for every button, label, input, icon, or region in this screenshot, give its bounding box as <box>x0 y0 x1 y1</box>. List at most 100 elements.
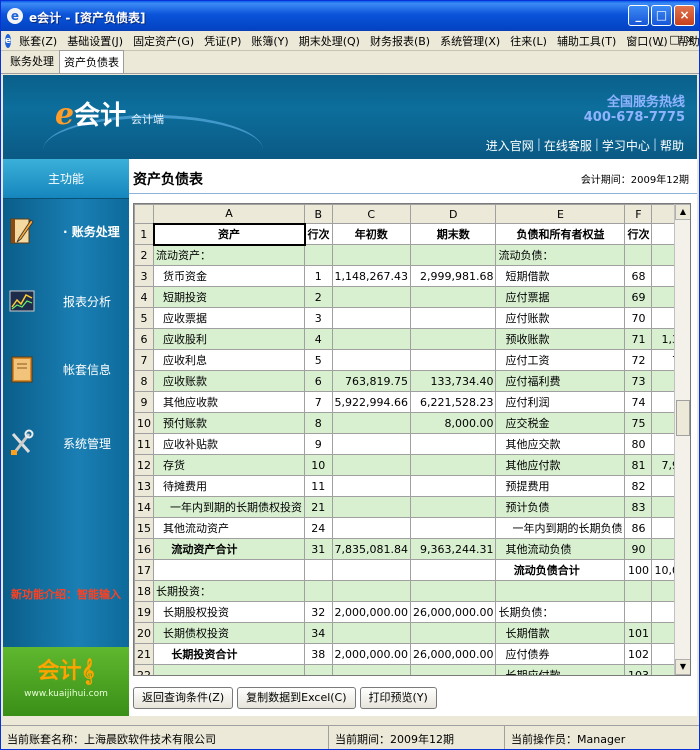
grid-cell-a[interactable]: 待摊费用 <box>153 475 305 497</box>
grid-cell-b[interactable]: 24 <box>304 517 333 539</box>
row-number[interactable]: 3 <box>134 265 154 287</box>
grid-cell-d[interactable] <box>409 559 497 581</box>
grid-cell-a[interactable]: 短期投资 <box>153 286 305 308</box>
grid-cell-d[interactable]: 2,999,981.68 <box>409 265 497 287</box>
row-number[interactable]: 4 <box>134 286 154 308</box>
grid-cell-b[interactable] <box>304 244 333 266</box>
grid-cell-a[interactable]: 流动资产合计 <box>153 538 305 560</box>
copy-to-excel-button[interactable]: 复制数据到Excel(C) <box>237 687 356 709</box>
mdi-close-button[interactable]: × <box>686 33 695 46</box>
grid-cell-c[interactable]: 1,148,267.43 <box>331 265 411 287</box>
grid-cell-f[interactable] <box>624 601 653 623</box>
grid-cell-f[interactable]: 行次 <box>624 223 653 245</box>
grid-cell-e[interactable]: 其他应交款 <box>495 433 626 455</box>
grid-cell-c[interactable] <box>331 433 411 455</box>
grid-cell-f[interactable]: 82 <box>624 475 653 497</box>
menu-period-end[interactable]: 期末处理(Q) <box>294 33 365 49</box>
grid-cell-a[interactable]: 长期投资： <box>153 580 305 602</box>
grid-cell-c[interactable] <box>331 244 411 266</box>
grid-cell-f[interactable]: 100 <box>624 559 653 581</box>
grid-cell-d[interactable] <box>409 307 497 329</box>
grid-cell-f[interactable] <box>624 580 653 602</box>
grid-cell-d[interactable] <box>409 454 497 476</box>
maximize-button[interactable]: □ <box>651 5 672 26</box>
row-number[interactable]: 5 <box>134 307 154 329</box>
grid-cell-f[interactable]: 72 <box>624 349 653 371</box>
grid-cell-f[interactable]: 90 <box>624 538 653 560</box>
menu-tools[interactable]: 辅助工具(T) <box>552 33 621 49</box>
grid-cell-a[interactable]: 应收补贴款 <box>153 433 305 455</box>
grid-cell-e[interactable]: 应付工资 <box>495 349 626 371</box>
grid-cell-d[interactable] <box>409 286 497 308</box>
grid-cell-d[interactable] <box>409 622 497 644</box>
grid-cell-c[interactable]: 763,819.75 <box>331 370 411 392</box>
grid-cell-c[interactable]: 2,000,000.00 <box>331 643 411 665</box>
grid-cell-f[interactable] <box>624 244 653 266</box>
grid-cell-c[interactable] <box>331 475 411 497</box>
link-official-site[interactable]: 进入官网 <box>483 137 537 154</box>
row-number[interactable]: 17 <box>134 559 154 581</box>
grid-cell-a[interactable]: 应收账款 <box>153 370 305 392</box>
column-header[interactable]: F <box>624 204 653 224</box>
link-help[interactable]: 帮助 <box>657 137 687 154</box>
minimize-button[interactable]: _ <box>628 5 649 26</box>
grid-cell-e[interactable]: 应付利润 <box>495 391 626 413</box>
row-number[interactable]: 11 <box>134 433 154 455</box>
sidebar-item-system-management[interactable]: 系统管理 <box>3 413 129 473</box>
grid-cell-e[interactable]: 应交税金 <box>495 412 626 434</box>
grid-cell-e[interactable]: 长期应付款 <box>495 664 626 675</box>
grid-cell-b[interactable]: 10 <box>304 454 333 476</box>
grid-cell-c[interactable]: 年初数 <box>331 223 411 245</box>
grid-cell-b[interactable] <box>304 580 333 602</box>
grid-cell-f[interactable]: 70 <box>624 307 653 329</box>
grid-cell-f[interactable]: 101 <box>624 622 653 644</box>
row-number[interactable]: 7 <box>134 349 154 371</box>
row-number[interactable]: 10 <box>134 412 154 434</box>
column-header[interactable]: C <box>331 204 411 224</box>
grid-cell-e[interactable]: 预计负债 <box>495 496 626 518</box>
grid-cell-e[interactable]: 短期借款 <box>495 265 626 287</box>
grid-cell-e[interactable] <box>495 580 626 602</box>
grid-cell-a[interactable] <box>153 559 305 581</box>
grid-cell-a[interactable]: 长期债权投资 <box>153 622 305 644</box>
grid-cell-e[interactable]: 其他应付款 <box>495 454 626 476</box>
tab-balance-sheet[interactable]: 资产负债表 <box>59 50 124 73</box>
grid-cell-c[interactable] <box>331 349 411 371</box>
grid-cell-b[interactable]: 31 <box>304 538 333 560</box>
vertical-scrollbar[interactable]: ▲ ▼ <box>674 204 690 675</box>
grid-cell-a[interactable]: 货币资金 <box>153 265 305 287</box>
mdi-restore-button[interactable]: □ <box>669 33 679 46</box>
grid-cell-d[interactable] <box>409 328 497 350</box>
grid-cell-a[interactable]: 其他流动资产 <box>153 517 305 539</box>
grid-cell-d[interactable] <box>409 349 497 371</box>
grid-cell-b[interactable]: 5 <box>304 349 333 371</box>
grid-cell-a[interactable]: 长期投资合计 <box>153 643 305 665</box>
grid-cell-d[interactable] <box>409 664 497 675</box>
grid-cell-d[interactable] <box>409 433 497 455</box>
grid-cell-b[interactable]: 11 <box>304 475 333 497</box>
grid-cell-b[interactable]: 38 <box>304 643 333 665</box>
grid-cell-e[interactable]: 其他流动负债 <box>495 538 626 560</box>
grid-cell-f[interactable]: 74 <box>624 391 653 413</box>
grid-cell-b[interactable]: 行次 <box>304 223 333 245</box>
grid-cell-f[interactable]: 103 <box>624 664 653 675</box>
grid-cell-d[interactable] <box>409 517 497 539</box>
grid-cell-e[interactable]: 一年内到期的长期负债 <box>495 517 626 539</box>
menu-accounts[interactable]: 往来(L) <box>505 33 552 49</box>
tab-account-processing[interactable]: 账务处理 <box>5 49 59 73</box>
row-number[interactable]: 2 <box>134 244 154 266</box>
row-number[interactable]: 18 <box>134 580 154 602</box>
title-bar[interactable]: e e会计 - [资产负债表] _ □ × <box>1 1 699 31</box>
grid-cell-d[interactable]: 9,363,244.31 <box>409 538 497 560</box>
row-number[interactable]: 15 <box>134 517 154 539</box>
menu-account-set[interactable]: 账套(Z) <box>14 33 62 49</box>
grid-cell-e[interactable]: 负债和所有者权益 <box>495 223 626 245</box>
menu-basic-settings[interactable]: 基础设置(J) <box>62 33 128 49</box>
grid-cell-a[interactable]: 资产 <box>152 222 306 246</box>
grid-cell-d[interactable] <box>409 496 497 518</box>
menu-ledger[interactable]: 账簿(Y) <box>246 33 293 49</box>
grid-cell-e[interactable]: 流动负债： <box>495 244 626 266</box>
grid-cell-b[interactable]: 6 <box>304 370 333 392</box>
balance-sheet-grid[interactable]: ABCDEFGH1资产行次年初数期末数负债和所有者权益行次年初数期末数2流动资产… <box>133 203 691 676</box>
grid-corner[interactable] <box>134 204 154 224</box>
